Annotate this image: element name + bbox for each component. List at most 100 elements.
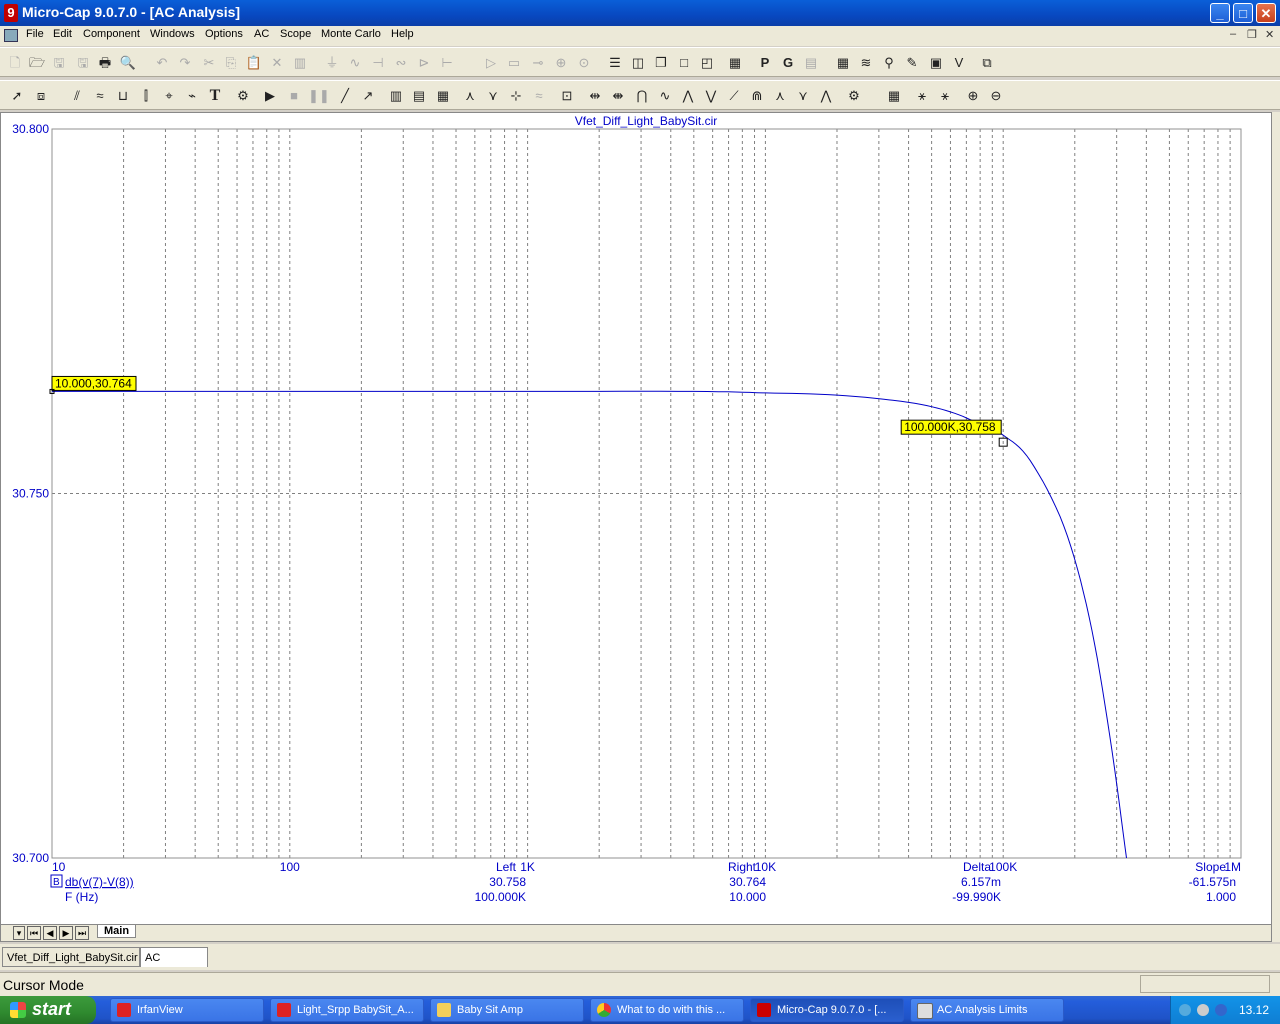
inductor-icon[interactable]: ∾ (392, 54, 410, 72)
minor-grid-icon[interactable]: ▤ (410, 87, 428, 105)
capacitor-icon[interactable]: ⊣ (369, 54, 387, 72)
battery-icon[interactable]: ⊢ (438, 54, 456, 72)
menu-options[interactable]: Options (205, 28, 243, 40)
taskbar-item-ac-analysis-limits[interactable]: AC Analysis Limits (910, 998, 1064, 1022)
next-point-icon[interactable]: ⇹ (586, 87, 604, 105)
sheet-tab-main[interactable]: Main (97, 925, 137, 938)
source-icon[interactable]: ⊕ (552, 54, 570, 72)
resistor-icon[interactable]: ∿ (346, 54, 364, 72)
copy-icon[interactable]: ⎘ (222, 54, 240, 72)
split-window-icon[interactable]: ◰ (698, 54, 716, 72)
diode-icon[interactable]: ⊳ (415, 54, 433, 72)
opamp-icon[interactable]: ▷ (482, 54, 500, 72)
taskbar-item-microcap[interactable]: Micro-Cap 9.0.7.0 - [... (750, 998, 904, 1022)
document-menu-icon[interactable] (4, 29, 18, 42)
module-icon[interactable]: ▭ (505, 54, 523, 72)
grid-lines-icon[interactable]: ▥ (387, 87, 405, 105)
valley-icon[interactable]: ⋎ (484, 87, 502, 105)
scale-mode-icon[interactable]: ⫿ (137, 87, 155, 105)
probe-icon[interactable]: ⚲ (880, 54, 898, 72)
global-high-icon[interactable]: ⟋ (725, 87, 743, 105)
maximize-button[interactable]: □ (1233, 3, 1253, 23)
tab-schematic[interactable]: Vfet_Diff_Light_BabySit.cir (2, 947, 140, 967)
zoom-box-icon[interactable]: ⧉ (978, 54, 996, 72)
menu-scope[interactable]: Scope (280, 28, 311, 40)
tile-vertical-icon[interactable]: ◫ (629, 54, 647, 72)
menu-windows[interactable]: Windows (150, 28, 195, 40)
pen-icon[interactable]: ✎ (903, 54, 921, 72)
g-key-icon[interactable]: G (779, 54, 797, 72)
start-button[interactable]: start (0, 996, 96, 1024)
low-icon[interactable]: ≈ (530, 87, 548, 105)
prev-point-icon[interactable]: ⇼ (609, 87, 627, 105)
mdi-restore-icon[interactable]: ❐ (1247, 28, 1257, 41)
select-all-icon[interactable]: ▥ (291, 54, 309, 72)
ground-icon[interactable]: ⏚ (323, 54, 341, 72)
numeric-output-icon[interactable]: ▦ (885, 87, 903, 105)
tag-y-icon[interactable]: ⚹ (936, 87, 954, 105)
tray-arrow-icon[interactable] (1179, 1004, 1191, 1016)
menu-help[interactable]: Help (391, 28, 414, 40)
tab-ac-analysis[interactable]: AC Analysis (140, 947, 208, 984)
peak-next-icon[interactable]: ⋀ (679, 87, 697, 105)
close-button[interactable]: ✕ (1256, 3, 1276, 23)
bluetooth-icon[interactable] (1215, 1004, 1227, 1016)
menu-monte-carlo[interactable]: Monte Carlo (321, 28, 381, 40)
bottom-icon[interactable]: ⋎ (794, 87, 812, 105)
animate-icon[interactable]: ⚙ (845, 87, 863, 105)
menu-file[interactable]: File (26, 28, 44, 40)
p-key-icon[interactable]: P (756, 54, 774, 72)
text-tool-icon[interactable]: T (206, 87, 224, 105)
top-icon[interactable]: ⋏ (771, 87, 789, 105)
zoom-in-icon[interactable]: ⊕ (964, 87, 982, 105)
print-preview-icon[interactable]: 🔍 (119, 54, 137, 72)
taskbar-item-irfanview[interactable]: IrfanView (110, 998, 264, 1022)
scale-icon[interactable]: ⫽ (68, 87, 86, 105)
redo-icon[interactable]: ↷ (176, 54, 194, 72)
taskbar-item-baby-sit-amp[interactable]: Baby Sit Amp (430, 998, 584, 1022)
menu-component[interactable]: Component (83, 28, 140, 40)
waveform-icon[interactable]: ≋ (857, 54, 875, 72)
zoom-mode-icon[interactable]: ⊔ (114, 87, 132, 105)
fine-grid-icon[interactable]: ▦ (434, 87, 452, 105)
sine-source-icon[interactable]: ⊙ (575, 54, 593, 72)
delete-icon[interactable]: ✕ (268, 54, 286, 72)
line-tool-icon[interactable]: ╱ (336, 87, 354, 105)
window-icon[interactable]: □ (675, 54, 693, 72)
select-mode-icon[interactable]: ➚ (8, 87, 26, 105)
paste-icon[interactable]: 📋 (245, 54, 263, 72)
open-icon[interactable]: 🗁 (28, 54, 46, 72)
display-icon[interactable]: ▣ (927, 54, 945, 72)
calculator-icon[interactable]: ▦ (726, 54, 744, 72)
cut-icon[interactable]: ✂ (200, 54, 218, 72)
valley-next-icon[interactable]: ⋁ (702, 87, 720, 105)
slope-icon[interactable]: ⋂ (633, 87, 651, 105)
table-icon[interactable]: ▦ (834, 54, 852, 72)
inflection-icon[interactable]: ∿ (656, 87, 674, 105)
properties-icon[interactable]: ⚙ (234, 87, 252, 105)
next-sheet-icon[interactable]: ▶ (59, 926, 73, 940)
global-low-icon[interactable]: ⋒ (748, 87, 766, 105)
wire-icon[interactable]: ⊸ (529, 54, 547, 72)
mdi-minimize-icon[interactable]: – (1230, 28, 1236, 40)
microcap-app-icon[interactable]: 9 (4, 4, 18, 22)
pause-icon[interactable]: ❚❚ (308, 87, 330, 105)
menu-ac[interactable]: AC (254, 28, 269, 40)
cursor-mode-icon[interactable]: ≈ (91, 87, 109, 105)
undo-icon[interactable]: ↶ (153, 54, 171, 72)
last-sheet-icon[interactable]: ⏭ (75, 926, 89, 940)
zoom-out-icon[interactable]: ⊖ (987, 87, 1005, 105)
menu-edit[interactable]: Edit (53, 28, 72, 40)
mdi-close-icon[interactable]: ✕ (1265, 28, 1274, 41)
run-icon[interactable]: ▶ (261, 87, 279, 105)
sheet-dropdown-icon[interactable]: ▾ (13, 926, 25, 940)
save-all-icon[interactable]: 🖫 (74, 54, 92, 72)
vertical-scrollbar[interactable] (1272, 112, 1280, 942)
stop-icon[interactable]: ■ (285, 87, 303, 105)
first-sheet-icon[interactable]: ⏮ (27, 926, 41, 940)
prev-sheet-icon[interactable]: ◀ (43, 926, 57, 940)
plot-canvas[interactable]: Vfet_Diff_Light_BabySit.cir 30.800 30.750… (1, 113, 1271, 941)
arrow-tool-icon[interactable]: ↗ (359, 87, 377, 105)
tile-horizontal-icon[interactable]: ☰ (606, 54, 624, 72)
cascade-icon[interactable]: ❐ (652, 54, 670, 72)
